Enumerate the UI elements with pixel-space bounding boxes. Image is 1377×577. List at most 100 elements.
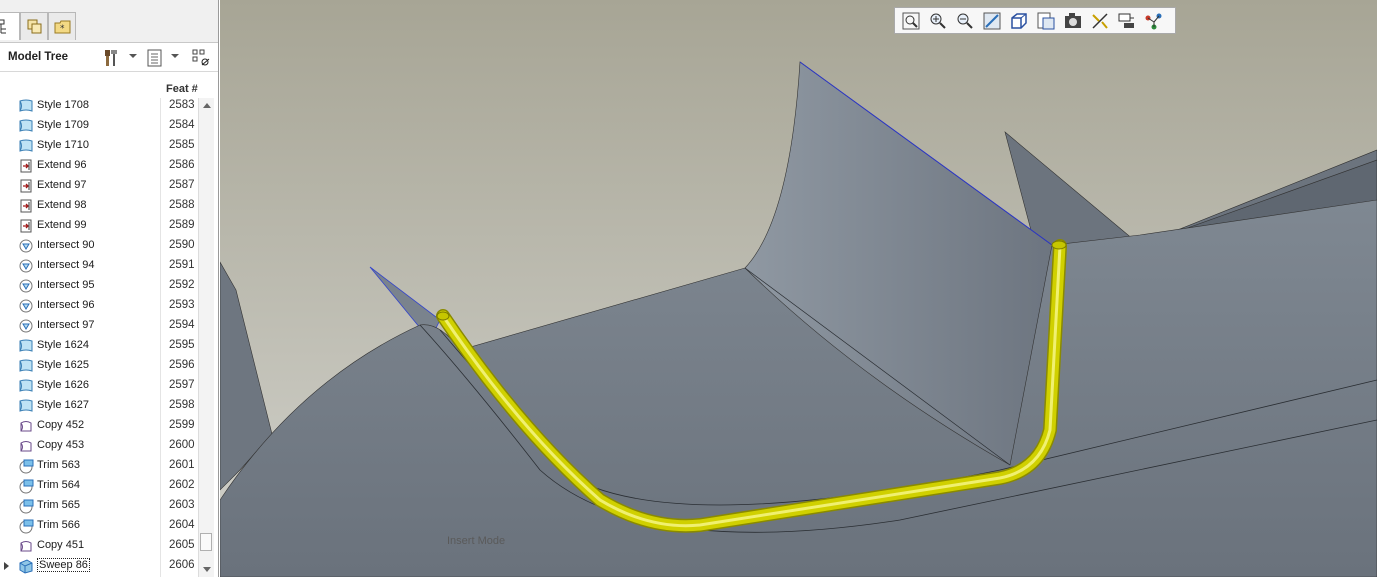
feature-name: Trim 566 (37, 519, 80, 531)
style-icon (18, 138, 34, 154)
datum-display-button[interactable] (1089, 10, 1111, 32)
extend-icon (18, 178, 34, 194)
model-tree-tab-icon (0, 19, 6, 34)
tree-row[interactable]: Style 1708 2583 (0, 96, 198, 116)
tree-row[interactable]: Copy 452 2599 (0, 416, 198, 436)
tree-row[interactable]: Trim 563 2601 (0, 456, 198, 476)
tree-row[interactable]: Intersect 96 2593 (0, 296, 198, 316)
feature-number: 2602 (169, 479, 195, 491)
show-dropdown[interactable] (171, 54, 179, 58)
tree-row[interactable]: Extend 97 2587 (0, 176, 198, 196)
tree-row[interactable]: Style 1709 2584 (0, 116, 198, 136)
feature-name: Style 1626 (37, 379, 89, 391)
zoom-in-icon (930, 13, 946, 29)
sweep-end-cap (1051, 240, 1067, 250)
feature-name: Style 1627 (37, 399, 89, 411)
tree-row[interactable]: Intersect 94 2591 (0, 256, 198, 276)
intersect-icon (18, 298, 34, 314)
repaint-button[interactable] (981, 10, 1003, 32)
show-icon (147, 49, 162, 67)
svg-text:*: * (60, 24, 65, 34)
spin-center-icon (1145, 13, 1162, 30)
feature-name: Extend 96 (37, 159, 87, 171)
annotation-display-icon (1118, 13, 1134, 28)
style-icon (18, 398, 34, 414)
style-icon (18, 378, 34, 394)
tree-row[interactable]: Style 1624 2595 (0, 336, 198, 356)
tree-filter-icon (192, 49, 210, 66)
tree-row[interactable]: Intersect 90 2590 (0, 236, 198, 256)
tree-row[interactable]: Style 1627 2598 (0, 396, 198, 416)
tree-row[interactable]: Trim 566 2604 (0, 516, 198, 536)
trim-icon (18, 498, 34, 514)
feature-name: Intersect 97 (37, 319, 95, 331)
tree-row[interactable]: Copy 453 2600 (0, 436, 198, 456)
feature-name: Sweep 86 (37, 558, 90, 572)
feature-number: 2589 (169, 219, 195, 231)
tree-row[interactable]: Style 1625 2596 (0, 356, 198, 376)
tree-row[interactable]: Trim 564 2602 (0, 476, 198, 496)
feature-name: Style 1708 (37, 99, 89, 111)
feature-name: Intersect 96 (37, 299, 95, 311)
scroll-thumb[interactable] (200, 533, 212, 551)
model-view[interactable] (220, 0, 1377, 577)
feature-name: Style 1710 (37, 139, 89, 151)
view-manager-button[interactable] (1035, 10, 1057, 32)
expand-arrow-icon[interactable] (4, 562, 9, 570)
tree-settings-dropdown[interactable] (129, 54, 137, 58)
saved-views-button[interactable] (1008, 10, 1030, 32)
navigator-tabs: * (0, 0, 218, 42)
scroll-up-arrow-icon[interactable] (203, 103, 211, 108)
trim-icon (18, 518, 34, 534)
tree-row[interactable]: Extend 96 2586 (0, 156, 198, 176)
feature-name: Extend 98 (37, 199, 87, 211)
tree-row[interactable]: Sweep 86 2606 (0, 556, 198, 576)
spin-center-button[interactable] (1143, 10, 1165, 32)
model-tree-tab[interactable] (0, 12, 20, 40)
feature-name: Copy 453 (37, 439, 85, 451)
tree-row[interactable]: Style 1710 2585 (0, 136, 198, 156)
tree-settings-button[interactable] (102, 48, 122, 68)
tree-row[interactable]: Intersect 97 2594 (0, 316, 198, 336)
zoom-out-icon (957, 13, 973, 29)
feature-number: 2585 (169, 139, 195, 151)
tree-filter-button[interactable] (191, 48, 211, 68)
graphics-window[interactable]: Insert Mode (220, 0, 1377, 577)
intersect-icon (18, 238, 34, 254)
refit-button[interactable] (900, 10, 922, 32)
tree-row[interactable]: Style 1626 2597 (0, 376, 198, 396)
view-toolbar (894, 7, 1176, 34)
extend-icon (18, 198, 34, 214)
annotation-display-button[interactable] (1116, 10, 1138, 32)
feature-number: 2603 (169, 499, 195, 511)
capture-button[interactable] (1062, 10, 1084, 32)
feature-number: 2601 (169, 459, 195, 471)
tree-row[interactable]: Extend 99 2589 (0, 216, 198, 236)
feature-number: 2595 (169, 339, 195, 351)
tree-scrollbar[interactable] (198, 98, 214, 577)
tree-row[interactable]: Trim 565 2603 (0, 496, 198, 516)
model-tree-header: Model Tree (0, 42, 218, 72)
tree-row[interactable]: Copy 451 2605 (0, 536, 198, 556)
scroll-down-arrow-icon[interactable] (203, 567, 211, 572)
zoom-in-button[interactable] (927, 10, 949, 32)
feature-number: 2591 (169, 259, 195, 271)
trim-icon (18, 478, 34, 494)
feature-name: Intersect 94 (37, 259, 95, 271)
tree-row[interactable]: Intersect 95 2592 (0, 276, 198, 296)
saved-views-icon (1011, 13, 1027, 29)
feature-number: 2596 (169, 359, 195, 371)
feat-number-column-header[interactable]: Feat # (166, 83, 198, 95)
feature-number: 2597 (169, 379, 195, 391)
capture-icon (1065, 13, 1081, 28)
copy-icon (18, 438, 34, 454)
insert-mode-label: Insert Mode (447, 535, 506, 547)
tree-row[interactable]: Extend 98 2588 (0, 196, 198, 216)
zoom-out-button[interactable] (954, 10, 976, 32)
show-button[interactable] (145, 48, 165, 68)
favorites-tab[interactable]: * (48, 12, 76, 40)
layers-tab[interactable] (20, 12, 48, 40)
model-tree-panel: * Model Tree Feat # Style 1708 2583 Styl… (0, 0, 219, 577)
tree-settings-icon (105, 50, 117, 66)
trim-icon (18, 458, 34, 474)
